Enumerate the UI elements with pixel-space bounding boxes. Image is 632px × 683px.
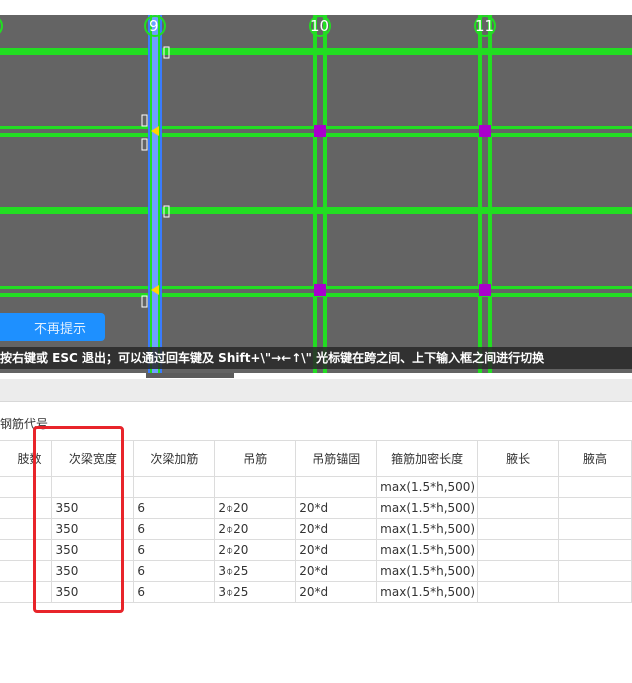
table-cell[interactable] [558, 581, 632, 603]
table-cell[interactable] [477, 560, 560, 582]
axis-bubble-8[interactable] [0, 16, 3, 36]
table-cell[interactable]: 2⌽20 [214, 539, 297, 561]
table-cell[interactable] [133, 476, 216, 498]
table-cell[interactable]: 350 [51, 518, 135, 540]
table-cell[interactable]: max(1.5*h,500) [376, 476, 479, 498]
table-cell[interactable]: 20*d [295, 497, 378, 519]
table-cell[interactable]: max(1.5*h,500) [376, 581, 479, 603]
table-cell[interactable] [0, 476, 53, 498]
span-input[interactable] [141, 114, 148, 127]
section-title: 钢筋代号 [0, 417, 49, 431]
table-cell[interactable]: max(1.5*h,500) [376, 497, 479, 519]
axis-label-9: 9 [149, 17, 159, 35]
table-cell[interactable]: 350 [51, 581, 135, 603]
table-cell[interactable] [51, 476, 135, 498]
table-cell[interactable] [558, 476, 632, 498]
vertical-beams [313, 15, 492, 373]
table-cell[interactable] [558, 560, 632, 582]
table-cell[interactable] [477, 497, 560, 519]
axis-label-11: 11 [475, 17, 495, 35]
table-cell[interactable]: 2⌽20 [214, 518, 297, 540]
table-row: max(1.5*h,500) [0, 476, 632, 498]
node[interactable] [479, 125, 491, 137]
span-input[interactable] [141, 138, 148, 151]
table-cell[interactable] [214, 476, 297, 498]
table-cell[interactable] [0, 560, 53, 582]
table-cell[interactable]: max(1.5*h,500) [376, 560, 479, 582]
col-header-secondary-beam-width[interactable]: 次梁宽度 [51, 440, 135, 477]
table-cell[interactable]: 6 [133, 518, 216, 540]
table-cell[interactable] [558, 518, 632, 540]
table-cell[interactable]: 20*d [295, 518, 378, 540]
table-cell[interactable]: max(1.5*h,500) [376, 539, 479, 561]
hint-bar: 按右键或 ESC 退出；可以通过回车键及 Shift+\"→←↑\" 光标键在跨… [0, 347, 632, 369]
table-cell[interactable]: 20*d [295, 539, 378, 561]
node[interactable] [314, 125, 326, 137]
table-cell[interactable] [0, 539, 53, 561]
table-cell[interactable] [558, 539, 632, 561]
col-header-hanger-bars[interactable]: 吊筋 [214, 440, 297, 477]
drawing-canvas[interactable]: 9 10 11 不再提示 按右键或 ESC 退出；可以通过回车键及 Shift+… [0, 15, 632, 373]
table-cell[interactable]: 20*d [295, 581, 378, 603]
table-cell[interactable]: 6 [133, 560, 216, 582]
table-cell[interactable]: max(1.5*h,500) [376, 518, 479, 540]
col-header-haunch-length[interactable]: 腋长 [477, 440, 560, 477]
table-cell[interactable]: 6 [133, 581, 216, 603]
canvas-scrollbar[interactable] [146, 373, 234, 378]
table-cell[interactable] [0, 581, 53, 603]
selected-beam-axis-9[interactable] [148, 15, 162, 373]
table-cell[interactable]: 2⌽20 [214, 497, 297, 519]
dont-show-again-button[interactable]: 不再提示 [0, 313, 105, 341]
table-header-row: 肢数 次梁宽度 次梁加筋 吊筋 吊筋锚固 箍筋加密长度 腋长 腋高 [0, 440, 632, 477]
table-row: 350 6 2⌽20 20*d max(1.5*h,500) [0, 518, 632, 540]
table-cell[interactable] [295, 476, 378, 498]
table-row: 350 6 2⌽20 20*d max(1.5*h,500) [0, 539, 632, 561]
beam-row-1[interactable] [0, 48, 632, 55]
table-cell[interactable]: 3⌽25 [214, 581, 297, 603]
col-header-hanger-anchorage[interactable]: 吊筋锚固 [295, 440, 378, 477]
top-strip [0, 0, 632, 15]
col-header-stirrup-dense-length[interactable]: 箍筋加密长度 [376, 440, 479, 477]
table-cell[interactable]: 6 [133, 497, 216, 519]
table-cell[interactable] [477, 518, 560, 540]
table-row: 350 6 3⌽25 20*d max(1.5*h,500) [0, 560, 632, 582]
beam-params-table: 肢数 次梁宽度 次梁加筋 吊筋 吊筋锚固 箍筋加密长度 腋长 腋高 max(1.… [0, 440, 632, 603]
node[interactable] [479, 284, 491, 296]
table-cell[interactable]: 350 [51, 539, 135, 561]
span-input[interactable] [141, 295, 148, 308]
table-cell[interactable]: 3⌽25 [214, 560, 297, 582]
table-cell[interactable]: 350 [51, 497, 135, 519]
table-cell[interactable]: 6 [133, 539, 216, 561]
table-cell[interactable] [0, 518, 53, 540]
table-cell[interactable]: 350 [51, 560, 135, 582]
table-cell[interactable] [477, 476, 560, 498]
beam-row-3[interactable] [0, 207, 632, 214]
col-header-secondary-beam-stirrups[interactable]: 次梁加筋 [133, 440, 216, 477]
table-cell[interactable] [0, 497, 53, 519]
axis-bubbles [0, 15, 496, 37]
table-cell[interactable] [477, 539, 560, 561]
col-header-haunch-height[interactable]: 腋高 [558, 440, 632, 477]
axis-label-10: 10 [310, 17, 330, 35]
table-row: 350 6 3⌽25 20*d max(1.5*h,500) [0, 581, 632, 603]
panel-toolbar [0, 379, 632, 402]
table-cell[interactable] [477, 581, 560, 603]
table-cell[interactable] [558, 497, 632, 519]
col-header-limb-count[interactable]: 肢数 [0, 440, 53, 477]
table-cell[interactable]: 20*d [295, 560, 378, 582]
node[interactable] [314, 284, 326, 296]
table-row: 350 6 2⌽20 20*d max(1.5*h,500) [0, 497, 632, 519]
